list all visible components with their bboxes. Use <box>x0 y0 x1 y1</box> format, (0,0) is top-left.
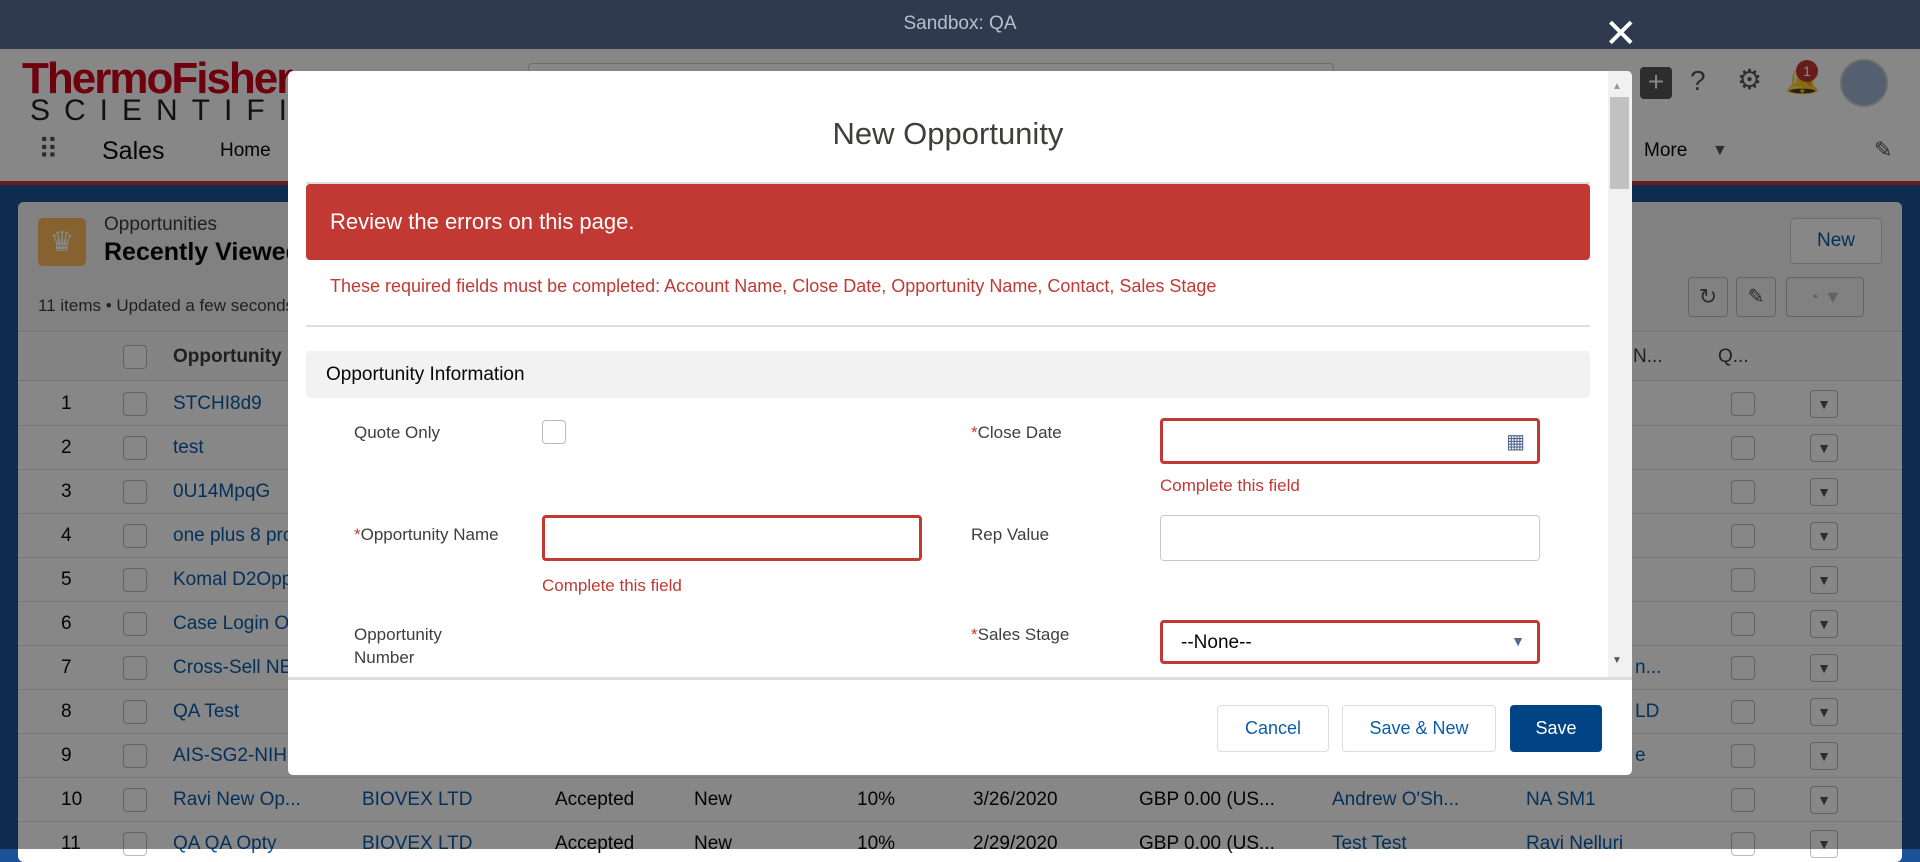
close-date-label: Close Date <box>977 423 1062 442</box>
save-button[interactable]: Save <box>1510 705 1602 752</box>
required-mark: * <box>354 525 361 544</box>
sales-stage-label: Sales Stage <box>977 625 1070 644</box>
quote-only-checkbox[interactable] <box>542 420 566 444</box>
section-header[interactable]: Opportunity Information <box>306 351 1590 398</box>
calendar-icon[interactable]: ▦ <box>1506 429 1525 454</box>
sales-stage-value: --None-- <box>1181 632 1252 653</box>
error-banner: Review the errors on this page. <box>306 184 1590 260</box>
opportunity-name-error: Complete this field <box>542 576 682 595</box>
new-opportunity-modal: New Opportunity Review the errors on thi… <box>288 71 1632 775</box>
error-banner-text: Review the errors on this page. <box>330 209 635 234</box>
section-title: Opportunity Information <box>326 364 525 385</box>
close-date-error: Complete this field <box>1160 476 1300 495</box>
close-icon[interactable]: ✕ <box>1604 14 1638 54</box>
modal-title: New Opportunity <box>832 116 1064 151</box>
required-mark: * <box>971 625 978 644</box>
sales-stage-select[interactable]: --None-- ▼ <box>1160 620 1540 664</box>
opportunity-name-label: Opportunity Name <box>360 525 499 544</box>
opportunity-name-input[interactable] <box>542 515 922 561</box>
required-mark: * <box>971 423 978 442</box>
rep-value-input[interactable] <box>1160 515 1540 561</box>
close-date-input[interactable]: ▦ <box>1160 418 1540 464</box>
modal-scrollbar[interactable]: ▲ ▼ <box>1608 71 1632 677</box>
error-detail: These required fields must be completed:… <box>330 276 1217 296</box>
opportunity-number-label: Opportunity Number <box>354 625 442 667</box>
cancel-button[interactable]: Cancel <box>1217 705 1329 752</box>
chevron-down-icon: ▼ <box>1511 633 1525 649</box>
save-and-new-button[interactable]: Save & New <box>1342 705 1496 752</box>
rep-value-label: Rep Value <box>971 525 1050 544</box>
quote-only-label: Quote Only <box>354 423 440 442</box>
